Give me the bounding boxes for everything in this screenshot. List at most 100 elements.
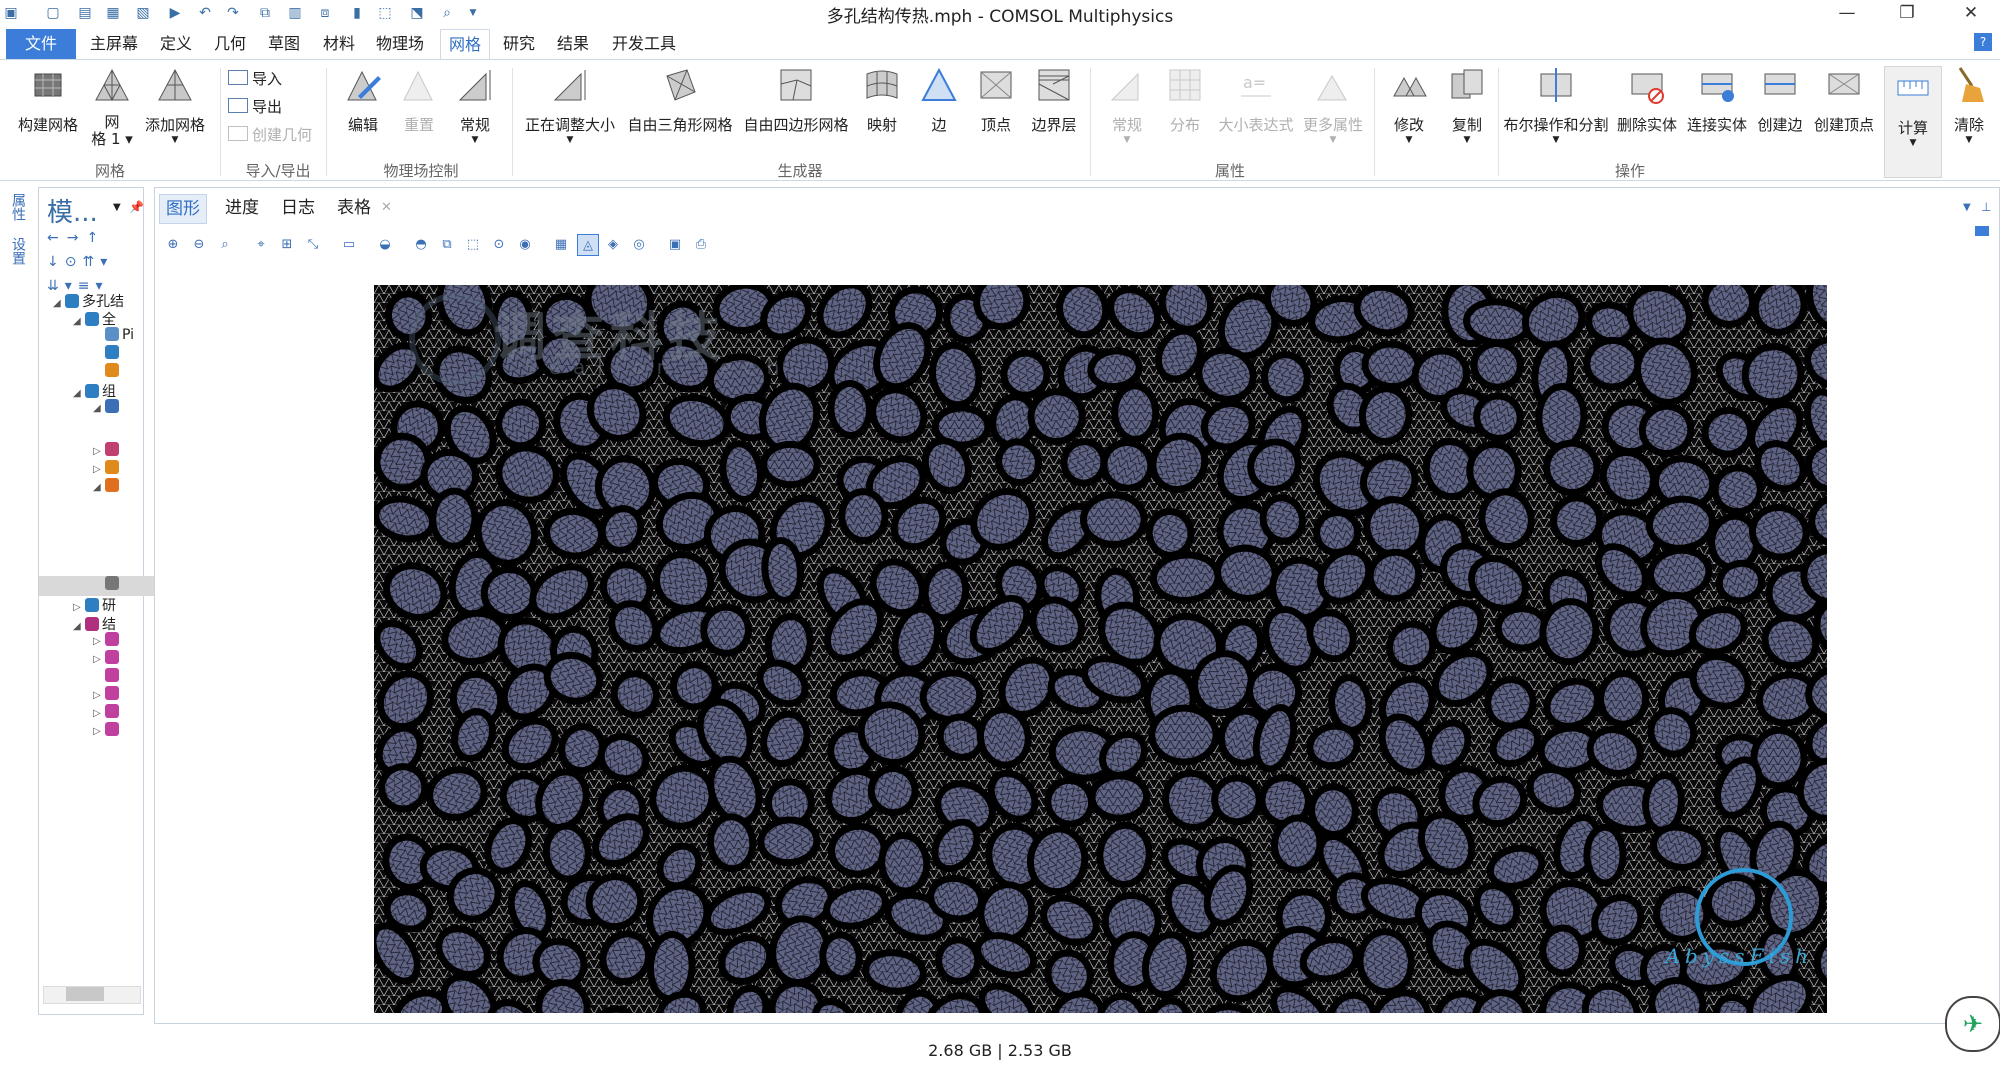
customize-dropdown-icon[interactable]: ▼ — [464, 4, 482, 22]
tab-mesh[interactable]: 网格 — [440, 29, 490, 60]
expand-caret-icon[interactable]: ▷ — [73, 602, 85, 613]
add-mesh-button[interactable]: 添加网格 ▼ — [140, 66, 210, 158]
expand-caret-icon[interactable]: ▷ — [93, 726, 105, 737]
file-menu[interactable]: 文件 — [6, 29, 76, 59]
zoom-box-icon[interactable]: ⌕ — [215, 234, 235, 254]
grid-icon[interactable]: ▦ — [551, 234, 571, 254]
tree-node[interactable]: ▷ — [93, 460, 141, 480]
expand-caret-icon[interactable]: ◢ — [73, 316, 85, 327]
lens-icon[interactable]: ◎ — [629, 234, 649, 254]
tab-results[interactable]: 结果 — [552, 29, 594, 59]
tree-node[interactable]: ◢ 多孔结 — [53, 291, 141, 311]
tab-materials[interactable]: 材料 — [318, 29, 360, 59]
expand-caret-icon[interactable]: ▷ — [93, 654, 105, 665]
settings-tab[interactable]: 设置 — [8, 237, 28, 265]
vertex-button[interactable]: 顶点 — [972, 66, 1020, 158]
tab-developer[interactable]: 开发工具 — [608, 29, 680, 59]
expand-caret-icon[interactable]: ◢ — [73, 621, 85, 632]
search-icon[interactable]: ⌕ — [438, 4, 456, 22]
restore-button[interactable]: ❐ — [1884, 0, 1930, 26]
axis-icon[interactable]: ⤡ — [303, 234, 323, 254]
import-button[interactable]: 导入 — [228, 68, 282, 89]
expand-caret-icon[interactable]: ▷ — [93, 464, 105, 475]
boolean-split-button[interactable]: 布尔操作和分割 ▼ — [1500, 66, 1612, 158]
show-icon[interactable]: ◉ — [515, 234, 535, 254]
tab-table[interactable]: 表格 — [331, 194, 377, 222]
compute-button[interactable]: 计算 ▼ — [1885, 69, 1941, 161]
mesh-graphics-canvas[interactable] — [374, 285, 1827, 1013]
tree-node[interactable]: ▷ 研 — [73, 595, 141, 615]
zoom-in-icon[interactable]: ⊕ — [163, 234, 183, 254]
clear-button[interactable]: 清除 ▼ — [1944, 66, 1994, 158]
tree-node[interactable]: ▷ — [93, 722, 141, 742]
expand-caret-icon[interactable]: ▷ — [93, 446, 105, 457]
minimize-button[interactable]: — — [1824, 0, 1870, 26]
tab-home[interactable]: 主屏幕 — [86, 29, 142, 59]
connect-entity-button[interactable]: 连接实体 — [1684, 66, 1750, 158]
panel-menu-icon[interactable]: ▼ — [113, 202, 121, 213]
delete-entity-button[interactable]: 删除实体 — [1614, 66, 1680, 158]
copy-icon[interactable]: ⧉ — [256, 4, 274, 22]
tree-node[interactable]: Pi — [93, 327, 141, 347]
pin-icon[interactable]: ⊥ — [1981, 200, 1991, 214]
modify-button[interactable]: 修改 ▼ — [1386, 66, 1432, 158]
clear-selection-icon[interactable]: ⬔ — [408, 4, 426, 22]
tree-node[interactable] — [93, 345, 141, 365]
mapped-button[interactable]: 映射 — [858, 66, 906, 158]
properties-tab[interactable]: 属性 — [8, 193, 28, 221]
zoom-extents-icon[interactable]: ⌖ — [251, 234, 271, 254]
clipping-icon[interactable]: ◈ — [603, 234, 623, 254]
mesh1-button[interactable]: 网格 1 ▾ — [90, 66, 134, 158]
tab-log[interactable]: 日志 — [275, 194, 321, 222]
tree-node[interactable]: ▷ — [93, 650, 141, 670]
free-quad-button[interactable]: 自由四边形网格 — [738, 66, 854, 158]
new-icon[interactable]: ▢ — [44, 4, 62, 22]
create-geometry-button[interactable]: 创建几何 — [228, 124, 312, 145]
compute-button-box[interactable]: 计算 ▼ — [1884, 66, 1942, 178]
view-icon[interactable]: ▭ — [339, 234, 359, 254]
save-as-icon[interactable]: ▧ — [134, 4, 152, 22]
graphics-toolbar-icon[interactable] — [1975, 226, 1989, 236]
tree-show-toolbar[interactable]: ↓⊙⇈▾ — [47, 254, 113, 270]
distribution-button[interactable]: 分布 — [1160, 66, 1210, 158]
tab-definitions[interactable]: 定义 — [156, 29, 196, 59]
transparency-icon[interactable]: ◓ — [411, 234, 431, 254]
deselect-icon[interactable]: ⬚ — [463, 234, 483, 254]
physics-normal-button[interactable]: 常规 ▼ — [448, 66, 502, 158]
scrollbar-thumb[interactable] — [66, 987, 104, 1001]
tree-nav-toolbar[interactable]: ←→↑ — [47, 230, 106, 246]
edit-button[interactable]: 编辑 — [336, 66, 390, 158]
build-mesh-button[interactable]: 构建网格 — [12, 66, 84, 158]
close-button[interactable]: ✕ — [1948, 0, 1994, 26]
delete-icon[interactable]: ▮ — [348, 4, 366, 22]
expand-caret-icon[interactable]: ▷ — [93, 690, 105, 701]
tab-geometry[interactable]: 几何 — [210, 29, 250, 59]
tab-sketch[interactable]: 草图 — [264, 29, 304, 59]
undo-icon[interactable]: ↶ — [196, 4, 214, 22]
boundary-layer-button[interactable]: 边界层 — [1026, 66, 1082, 158]
tab-study[interactable]: 研究 — [498, 29, 540, 59]
tree-node[interactable]: ◢ 结 — [73, 614, 141, 634]
expand-caret-icon[interactable]: ◢ — [53, 298, 65, 309]
copy-button[interactable]: 复制 ▼ — [1444, 66, 1490, 158]
run-icon[interactable]: ▶ — [166, 4, 184, 22]
expand-caret-icon[interactable]: ◢ — [73, 388, 85, 399]
create-vertex-button[interactable]: 创建顶点 — [1810, 66, 1878, 158]
size-expression-button[interactable]: a= 大小表达式 — [1214, 66, 1298, 158]
expand-caret-icon[interactable]: ▷ — [93, 708, 105, 719]
tree-node[interactable]: ▷ — [93, 704, 141, 724]
create-edge-button[interactable]: 创建边 — [1752, 66, 1808, 158]
tree-node[interactable]: ▷ — [93, 686, 141, 706]
tab-graphics[interactable]: 图形 — [159, 194, 207, 224]
image-snapshot-icon[interactable]: ▣ — [665, 234, 685, 254]
pin-icon[interactable]: 📌 — [129, 200, 144, 214]
tree-node[interactable]: ◢ — [93, 478, 141, 498]
close-tab-icon[interactable]: ✕ — [381, 200, 392, 215]
tree-node[interactable]: ◢ 全 — [73, 309, 141, 329]
zoom-out-icon[interactable]: ⊖ — [189, 234, 209, 254]
attr-normal-button[interactable]: 常规 ▼ — [1100, 66, 1154, 158]
tab-progress[interactable]: 进度 — [219, 194, 265, 222]
export-button[interactable]: 导出 — [228, 96, 282, 117]
print-icon[interactable]: ⎙ — [691, 234, 711, 254]
tree-node[interactable]: ◢ — [93, 399, 141, 419]
